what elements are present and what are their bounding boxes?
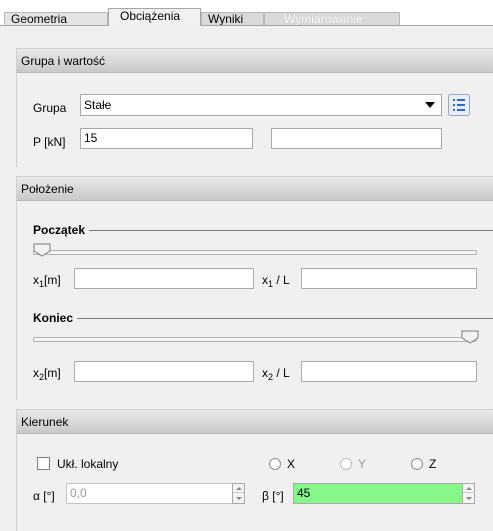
alpha-input: 0,0 <box>66 483 233 504</box>
x2-input[interactable] <box>74 361 254 382</box>
x1L-input[interactable] <box>301 268 477 289</box>
x1L-label: x1 / L <box>262 273 290 291</box>
group-list-icon[interactable] <box>448 94 470 116</box>
end-slider-track[interactable] <box>33 337 477 342</box>
alpha-down-icon <box>233 494 244 503</box>
beta-label: β [°] <box>262 489 284 503</box>
alpha-spinner <box>232 483 245 504</box>
x2L-label-b: / L <box>273 366 290 380</box>
local-coords-label: Ukł. lokalny <box>57 457 119 471</box>
position-header[interactable]: Położenie <box>17 177 493 201</box>
x1-label: x1[m] <box>33 273 61 291</box>
chevron-down-icon <box>425 102 435 108</box>
radio-z[interactable] <box>411 458 423 470</box>
start-slider-track[interactable] <box>33 250 477 255</box>
p-label: P [kN] <box>33 135 66 149</box>
beta-spinner[interactable] <box>462 483 475 504</box>
tab-wyniki[interactable]: Wyniki <box>201 12 264 26</box>
radio-x[interactable] <box>269 458 281 470</box>
p-value2-input[interactable] <box>271 128 442 149</box>
radio-y-label: Y <box>358 457 367 471</box>
p-value-input[interactable]: 15 <box>80 128 253 149</box>
radio-y <box>340 458 352 470</box>
group-value-header[interactable]: Grupa i wartość <box>17 49 493 73</box>
group-select[interactable]: Stałe <box>80 94 442 116</box>
local-coords-checkbox[interactable] <box>37 457 50 470</box>
group-label: Grupa <box>33 101 67 115</box>
end-title: Koniec <box>33 311 78 325</box>
alpha-up-icon <box>233 484 244 493</box>
tab-geometria[interactable]: Geometria <box>4 12 108 26</box>
x2L-input[interactable] <box>301 361 477 382</box>
start-title: Początek <box>33 223 90 237</box>
tab-obciazenia[interactable]: Obciążenia <box>108 8 201 26</box>
x1-label-b: [m] <box>44 273 61 287</box>
beta-down-icon[interactable] <box>463 494 474 503</box>
x2L-label: x2 / L <box>262 366 290 384</box>
x1-input[interactable] <box>74 268 254 289</box>
start-separator <box>33 230 493 231</box>
x2-label: x2[m] <box>33 366 61 384</box>
end-slider-thumb[interactable] <box>461 330 479 344</box>
beta-input[interactable]: 45 <box>293 483 463 504</box>
x2-label-b: [m] <box>44 366 61 380</box>
x1L-label-b: / L <box>273 273 290 287</box>
direction-header[interactable]: Kierunek <box>17 410 493 434</box>
radio-z-label: Z <box>429 457 437 471</box>
alpha-label: α [°] <box>33 489 55 503</box>
end-separator <box>33 318 493 319</box>
group-select-value: Stałe <box>84 98 112 112</box>
tab-bar: Geometria Obciążenia Wyniki Wymiarowanie <box>0 0 493 26</box>
start-slider-thumb[interactable] <box>33 243 51 257</box>
radio-x-label: X <box>287 457 296 471</box>
beta-up-icon[interactable] <box>463 484 474 493</box>
tab-wymiarowanie: Wymiarowanie <box>264 12 400 26</box>
